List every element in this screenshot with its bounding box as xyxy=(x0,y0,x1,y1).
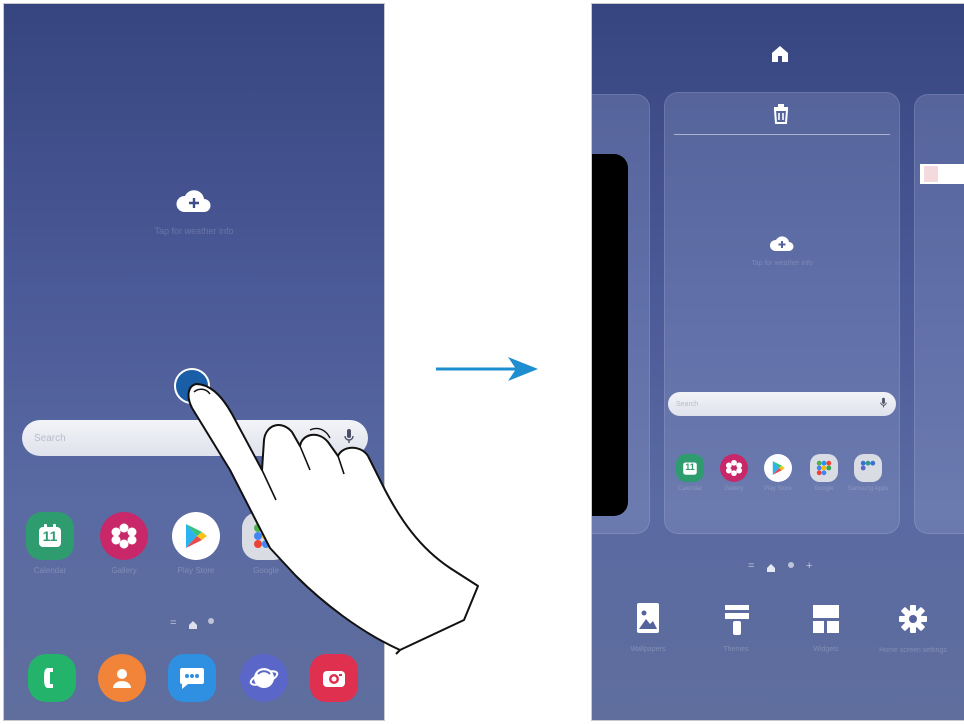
page-dot xyxy=(788,562,794,568)
weather-hint-text: Tap for weather info xyxy=(751,260,813,267)
play-store-icon xyxy=(772,461,785,475)
page-preview-left xyxy=(592,154,628,516)
page-list-indicator: = xyxy=(748,560,755,572)
folder-icon xyxy=(816,460,832,476)
wallpapers-label[interactable]: Wallpapers xyxy=(612,646,684,653)
calendar-label: Calendar xyxy=(677,486,703,492)
set-default-home-icon[interactable] xyxy=(770,44,790,69)
gallery-app-icon[interactable] xyxy=(720,454,748,482)
google-label: Google xyxy=(814,486,834,492)
play-store-app-icon[interactable] xyxy=(764,454,792,482)
themes-label[interactable]: Themes xyxy=(700,646,772,653)
transition-arrow-icon xyxy=(436,357,538,381)
delete-page-icon[interactable] xyxy=(772,104,790,129)
wallpaper-icon[interactable] xyxy=(636,602,660,639)
play-store-label: Play Store xyxy=(764,486,792,492)
calendar-day: 11 xyxy=(685,462,695,472)
card-divider xyxy=(674,134,890,135)
gallery-label: Gallery xyxy=(724,486,744,492)
google-folder-icon[interactable] xyxy=(810,454,838,482)
home-screen-settings-label[interactable]: Home screen settings xyxy=(870,646,956,655)
home-page-indicator-icon xyxy=(766,560,776,578)
settings-gear-icon[interactable] xyxy=(898,604,928,639)
home-screen-edit-mode: Tap for weather info Search 11 Calendar … xyxy=(592,4,964,720)
calendar-app-icon[interactable]: 11 xyxy=(676,454,704,482)
google-search-bar[interactable]: Search xyxy=(668,392,896,416)
widget-preview-right xyxy=(920,164,964,184)
samsung-folder-icon[interactable] xyxy=(854,454,882,482)
themes-brush-icon[interactable] xyxy=(724,604,750,641)
samsung-apps-label: Samsung Apps xyxy=(847,486,889,492)
weather-cloud-icon[interactable] xyxy=(768,234,796,257)
flower-icon xyxy=(725,459,743,477)
search-placeholder: Search xyxy=(676,400,699,408)
microphone-icon[interactable] xyxy=(880,395,887,413)
add-page-icon[interactable]: + xyxy=(806,561,812,572)
page-card-current[interactable]: Tap for weather info Search 11 Calendar … xyxy=(664,92,900,534)
folder-icon xyxy=(860,460,876,471)
widgets-icon[interactable] xyxy=(812,604,840,639)
widgets-label[interactable]: Widgets xyxy=(790,646,862,653)
page-card-right[interactable] xyxy=(914,94,964,534)
